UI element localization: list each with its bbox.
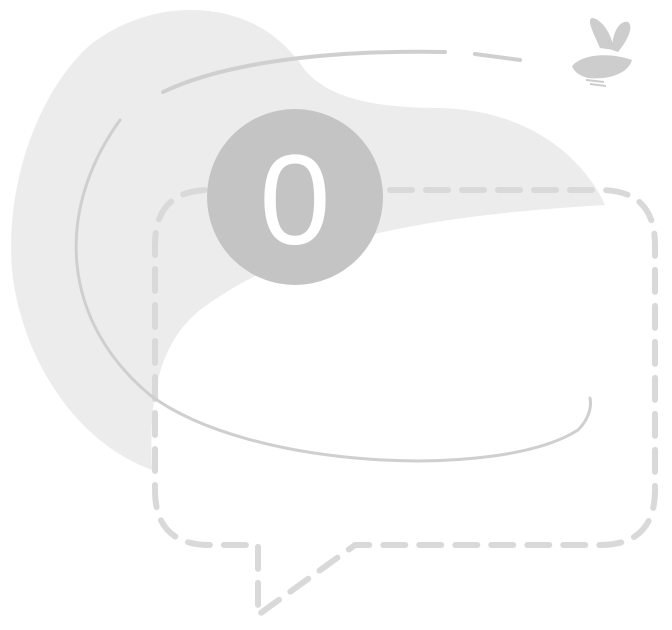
count-badge: 0	[207, 109, 383, 285]
butterfly-tail	[585, 79, 607, 87]
butterfly-wing-left	[589, 18, 614, 50]
orbit-dash	[473, 52, 522, 62]
butterfly-body	[572, 55, 632, 79]
butterfly-icon	[572, 18, 632, 87]
empty-state-illustration: 0	[11, 10, 658, 621]
butterfly-wing-right	[612, 21, 631, 52]
count-badge-text: 0	[259, 129, 330, 272]
